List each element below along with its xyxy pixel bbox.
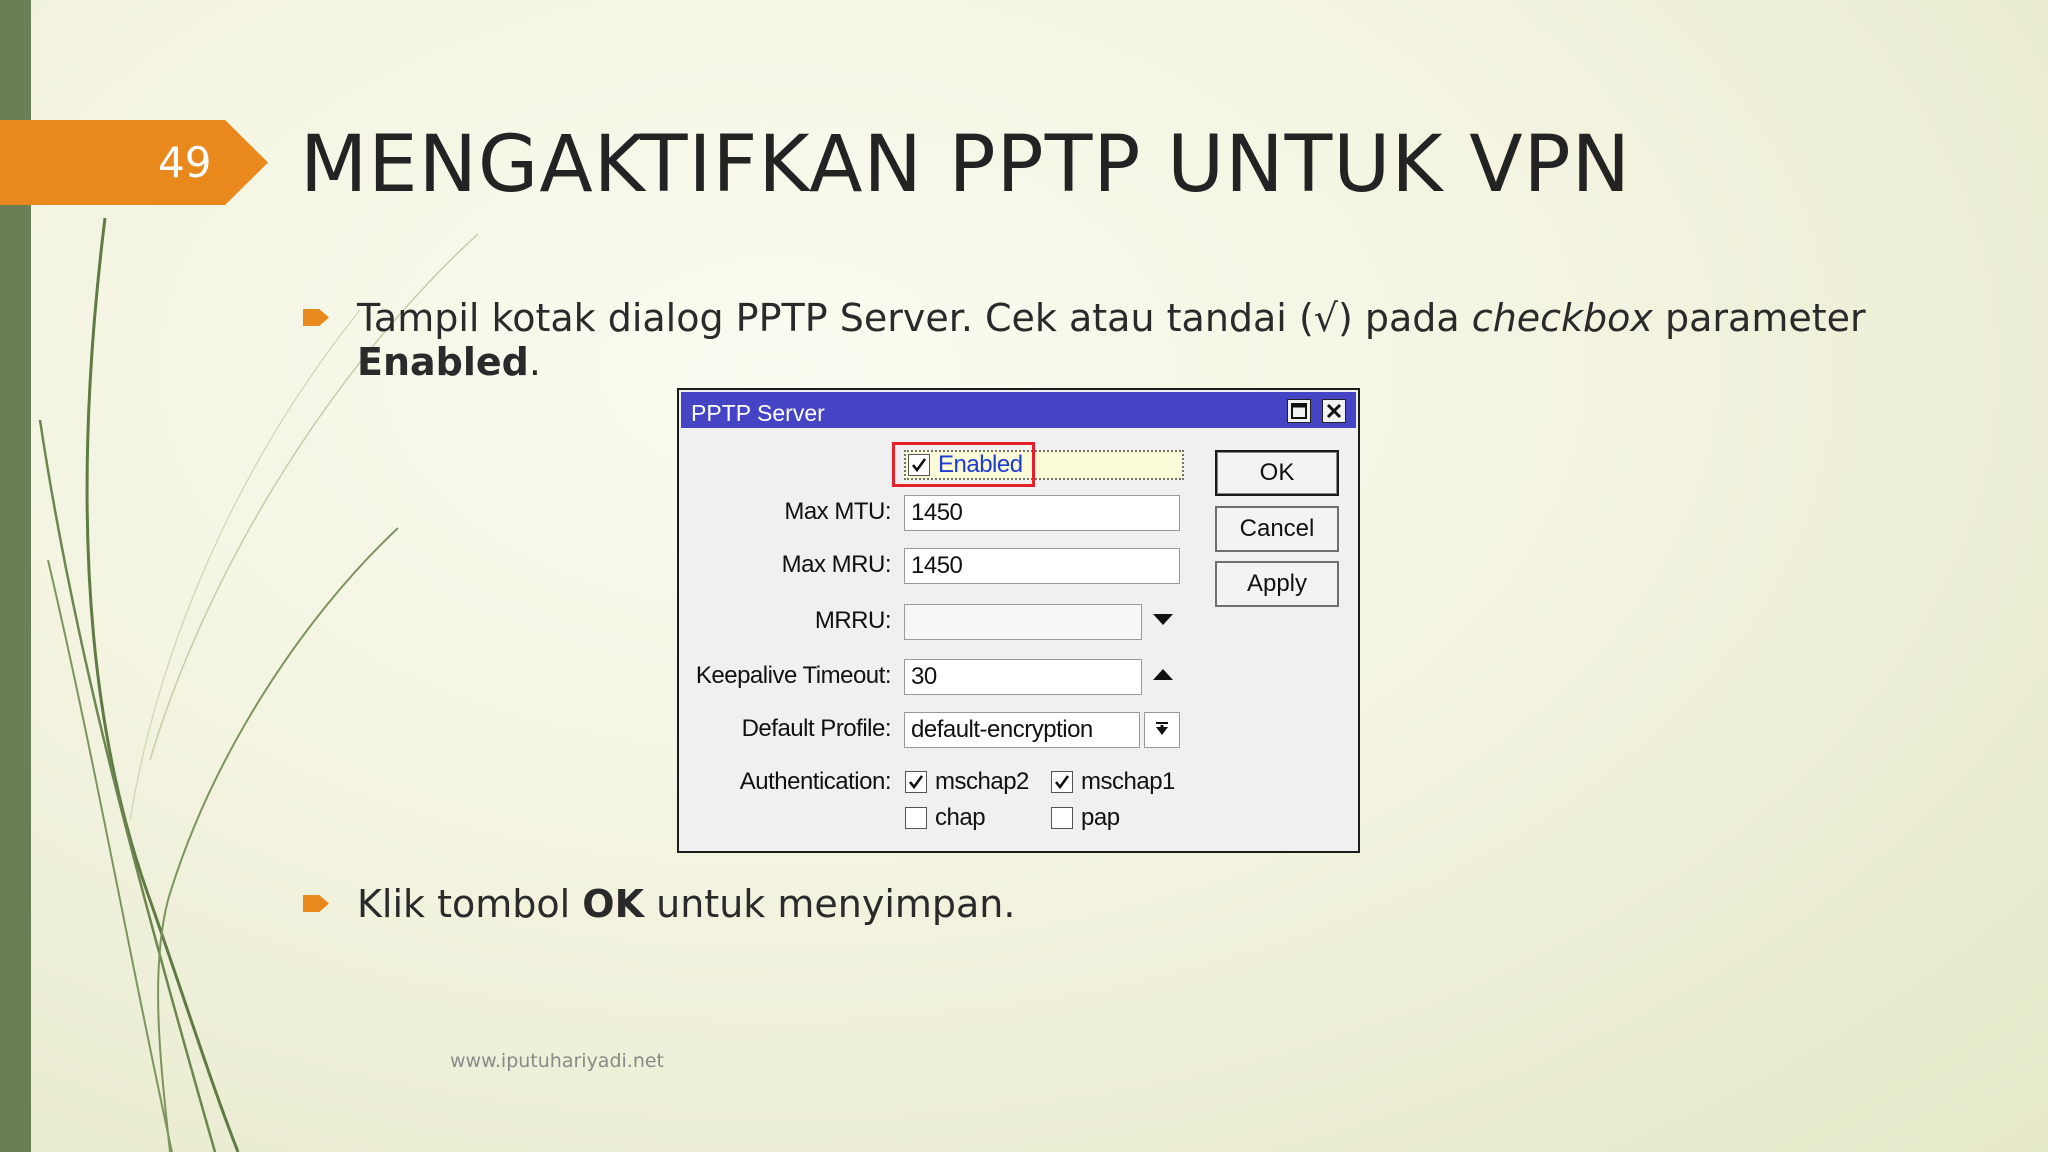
auth-chap-checkbox[interactable]	[905, 807, 927, 829]
bullet-text-1: Tampil kotak dialog PPTP Server. Cek ata…	[357, 296, 1917, 384]
bullet-2-bold: OK	[582, 882, 645, 926]
mrru-label: MRRU:	[814, 607, 892, 634]
bullet-1-text-part: Tampil kotak dialog PPTP Server. Cek ata…	[357, 296, 1472, 340]
default-profile-label: Default Profile:	[741, 715, 892, 742]
checkmark-icon	[908, 775, 924, 790]
bullet-marker	[303, 309, 329, 326]
default-profile-select[interactable]: default-encryption	[904, 712, 1140, 748]
bullet-2-text-part: untuk menyimpan.	[644, 882, 1016, 926]
ok-button[interactable]: OK	[1215, 450, 1339, 496]
mrru-input[interactable]	[904, 604, 1142, 640]
checkmark-icon	[1054, 775, 1070, 790]
auth-mschap2-label[interactable]: mschap2	[935, 768, 1029, 796]
max-mtu-input[interactable]: 1450	[904, 495, 1180, 531]
pptp-server-dialog: PPTP Server Enabled Max MTU: 1450 Max MR…	[677, 388, 1360, 853]
bullet-marker	[303, 895, 329, 912]
bullet-1-text-end: .	[528, 340, 541, 384]
slide-number: 49	[158, 138, 212, 187]
enabled-highlight-box	[892, 442, 1035, 487]
dialog-titlebar[interactable]: PPTP Server	[681, 392, 1356, 428]
keepalive-timeout-label: Keepalive Timeout:	[695, 662, 892, 689]
auth-pap-label[interactable]: pap	[1081, 804, 1120, 832]
auth-chap-label[interactable]: chap	[935, 804, 986, 832]
slide-number-badge	[0, 120, 268, 205]
maximize-icon[interactable]	[1287, 399, 1311, 423]
max-mtu-label: Max MTU:	[784, 498, 891, 525]
bullet-text-2: Klik tombol OK untuk menyimpan.	[357, 882, 1015, 926]
cancel-button[interactable]: Cancel	[1215, 506, 1339, 552]
dropdown-arrow-icon[interactable]	[1153, 614, 1173, 625]
max-mru-input[interactable]: 1450	[904, 548, 1180, 584]
select-arrow-icon[interactable]	[1144, 712, 1180, 748]
dialog-title: PPTP Server	[691, 400, 825, 426]
up-arrow-icon[interactable]	[1153, 669, 1173, 680]
bullet-2-text-part: Klik tombol	[357, 882, 583, 926]
bullet-1-italic: checkbox	[1471, 296, 1653, 340]
close-icon[interactable]	[1322, 399, 1346, 423]
auth-pap-checkbox[interactable]	[1051, 807, 1073, 829]
footer-url: www.iputuhariyadi.net	[450, 1050, 665, 1072]
auth-mschap2-checkbox[interactable]	[905, 771, 927, 793]
max-mru-label: Max MRU:	[781, 551, 892, 578]
apply-button[interactable]: Apply	[1215, 561, 1339, 607]
slide-title: MENGAKTIFKAN PPTP UNTUK VPN	[300, 120, 1632, 210]
auth-mschap1-label[interactable]: mschap1	[1081, 768, 1175, 796]
authentication-label: Authentication:	[739, 768, 892, 795]
auth-mschap1-checkbox[interactable]	[1051, 771, 1073, 793]
bullet-1-text-part: parameter	[1652, 296, 1866, 340]
bullet-1-bold: Enabled	[357, 340, 529, 384]
keepalive-timeout-input[interactable]: 30	[904, 659, 1142, 695]
